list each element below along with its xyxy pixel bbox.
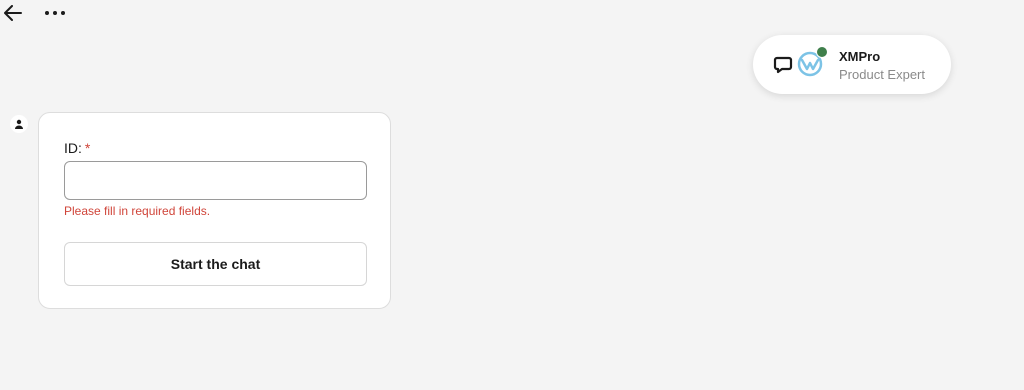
required-marker: * bbox=[84, 140, 91, 156]
avatar bbox=[10, 115, 28, 133]
validation-error: Please fill in required fields. bbox=[64, 204, 211, 218]
agent-name: XMPro bbox=[839, 49, 881, 64]
user-icon bbox=[15, 119, 23, 129]
agent-card[interactable]: XMPro Product Expert bbox=[753, 35, 951, 94]
start-chat-button[interactable]: Start the chat bbox=[64, 242, 367, 286]
pre-chat-form: ID: * Please fill in required fields. Sta… bbox=[38, 112, 391, 309]
chat-bubble-icon bbox=[773, 56, 793, 74]
arrow-left-icon bbox=[4, 5, 22, 21]
id-field-label: ID: * bbox=[64, 140, 90, 156]
more-horizontal-icon bbox=[45, 11, 65, 15]
back-button[interactable] bbox=[2, 2, 24, 24]
online-status-indicator bbox=[816, 46, 828, 58]
id-input[interactable] bbox=[64, 161, 367, 200]
more-options-button[interactable] bbox=[42, 4, 68, 22]
id-label-text: ID: bbox=[64, 140, 82, 156]
agent-role: Product Expert bbox=[839, 67, 925, 82]
top-bar bbox=[0, 0, 120, 28]
